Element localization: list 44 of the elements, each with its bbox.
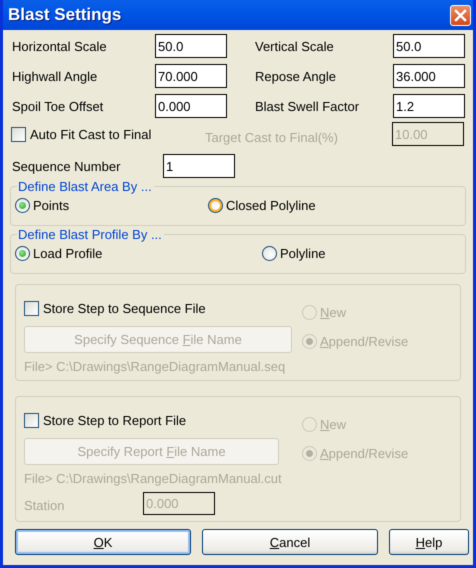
field-label: Station [24, 497, 66, 513]
input-field[interactable]: 0.000 [155, 94, 227, 118]
checkbox[interactable] [24, 301, 39, 316]
ok-button[interactable]: OK [15, 529, 191, 555]
field-label: Spoil Toe Offset [12, 98, 104, 114]
radio-label: New [320, 305, 346, 320]
radio-label: New [320, 417, 346, 432]
field-label: Horizontal Scale [12, 38, 108, 54]
field-label: Highwall Angle [12, 68, 98, 84]
checkbox[interactable] [11, 126, 26, 142]
input-field[interactable]: 50.0 [155, 34, 227, 58]
radio-label: Append/Revise [320, 446, 408, 461]
radio-label: Append/Revise [320, 334, 408, 349]
file-path: File> C:\Drawings\RangeDiagramManual.cut [24, 471, 283, 486]
field-label: Vertical Scale [255, 38, 335, 54]
input-field[interactable]: 1.2 [393, 94, 465, 118]
field-label: Sequence Number [12, 158, 122, 174]
checkbox-label: Store Step to Sequence File [43, 301, 206, 316]
input-field[interactable]: 36.000 [393, 64, 465, 88]
checkbox-label: Store Step to Report File [43, 413, 186, 428]
group-title: Define Blast Profile By ... [17, 227, 163, 242]
radio-button[interactable] [15, 246, 30, 261]
radio-button[interactable] [208, 198, 223, 213]
input-field[interactable]: 1 [163, 154, 235, 178]
input-field[interactable]: 70.000 [155, 64, 227, 88]
close-icon [454, 8, 467, 22]
window-title: Blast Settings [8, 5, 122, 25]
radio-button[interactable] [262, 246, 277, 261]
field-label: Repose Angle [255, 68, 337, 84]
radio-label: Polyline [280, 246, 326, 261]
close-button[interactable] [450, 4, 471, 26]
checkbox-label: Auto Fit Cast to Final [30, 126, 152, 142]
group-title: Define Blast Area By ... [17, 179, 153, 194]
radio-button[interactable] [15, 198, 30, 213]
field-label: Blast Swell Factor [255, 98, 360, 114]
file-path: File> C:\Drawings\RangeDiagramManual.seq [24, 359, 286, 374]
input-field[interactable]: 50.0 [393, 34, 465, 58]
radio-label: Load Profile [33, 246, 102, 261]
dialog-button[interactable]: Cancel [202, 529, 378, 555]
radio-label: Closed Polyline [226, 198, 316, 213]
dialog-button[interactable]: Help [389, 529, 469, 555]
field-label: Target Cast to Final(%) [205, 128, 339, 144]
radio-label: Points [33, 198, 70, 213]
checkbox[interactable] [24, 413, 39, 428]
